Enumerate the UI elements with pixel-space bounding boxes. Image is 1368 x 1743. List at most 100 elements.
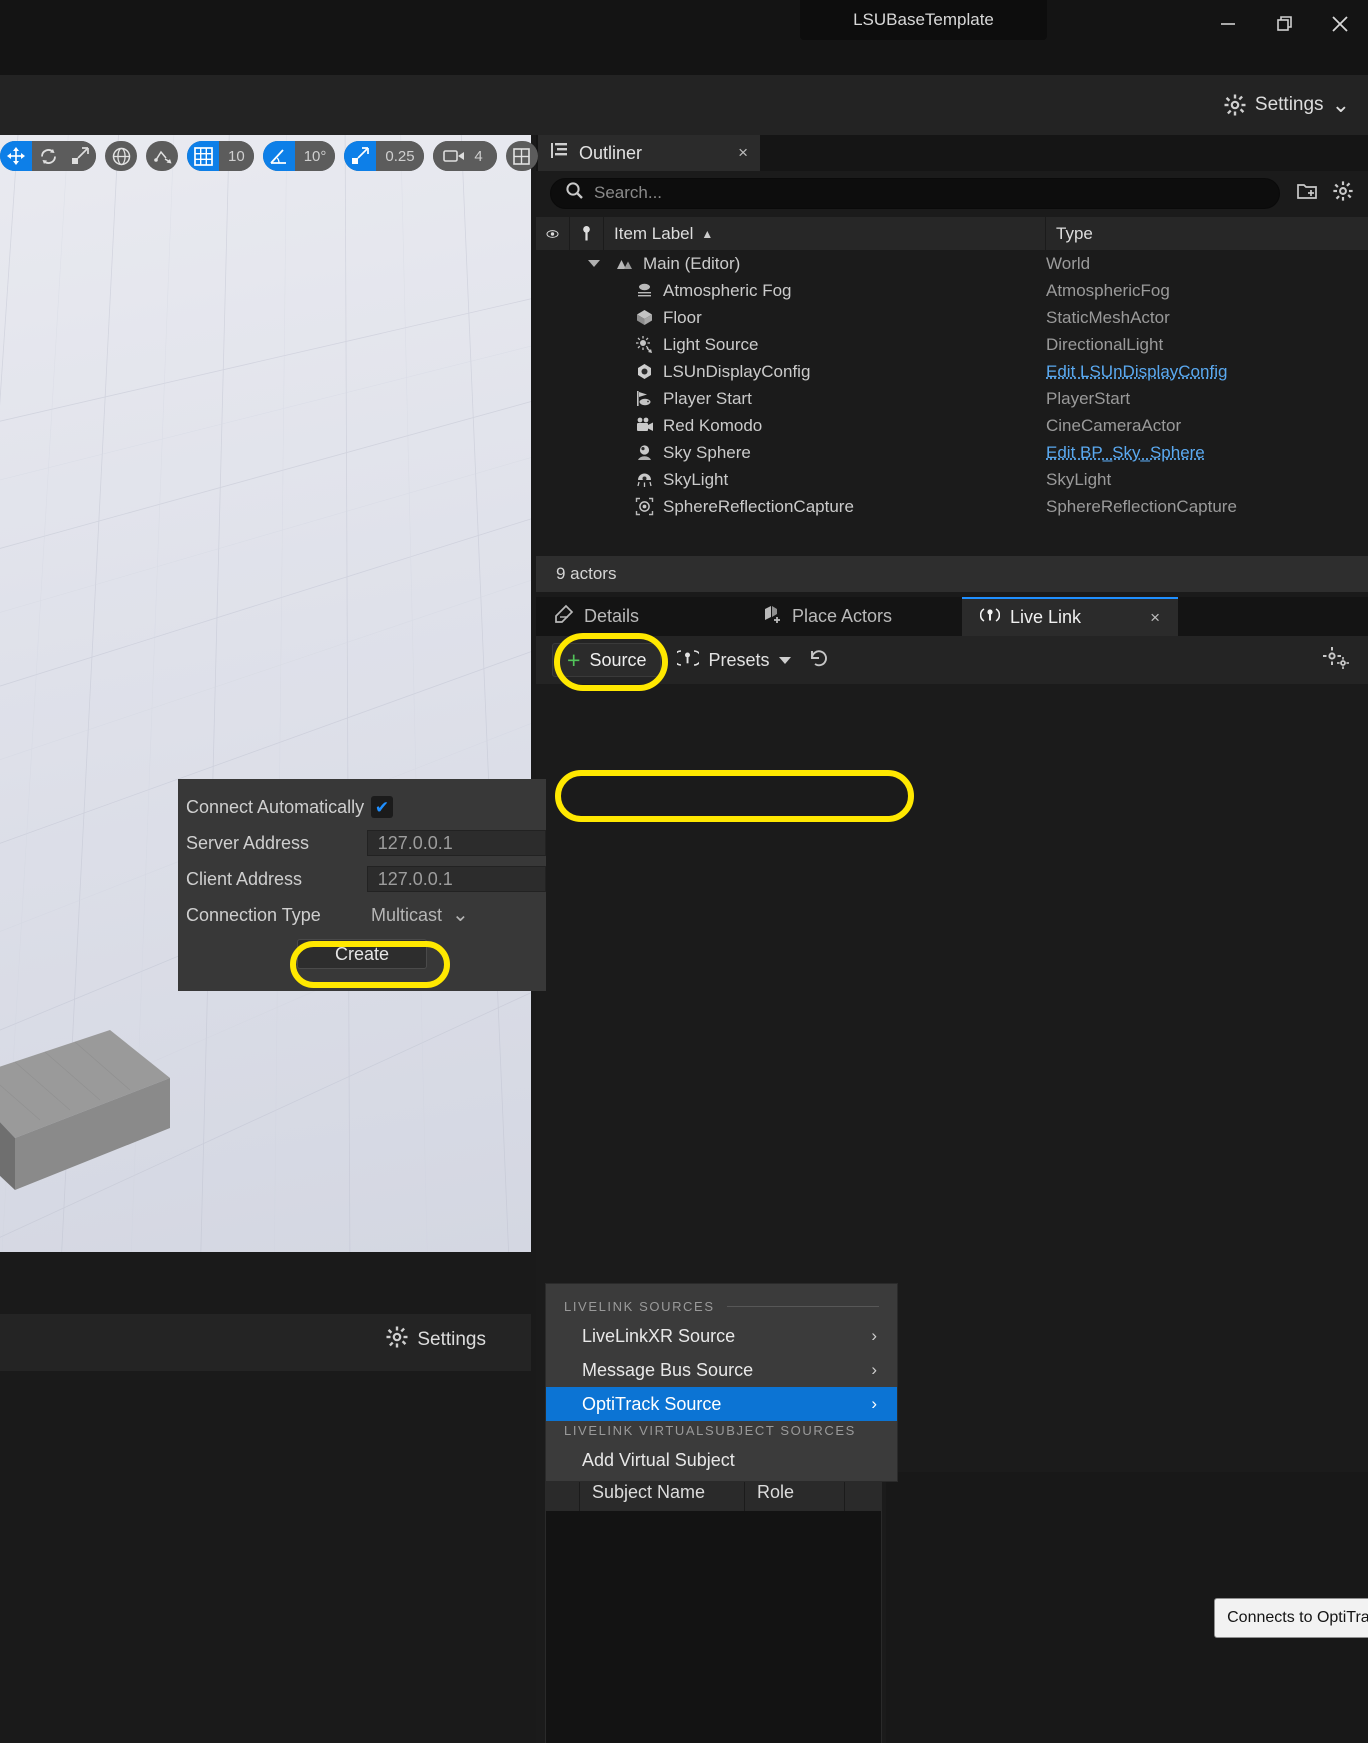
dropdown-item-label: Add Virtual Subject (582, 1449, 735, 1470)
scale-snap-icon[interactable] (344, 141, 377, 171)
grid-snap-value[interactable]: 10 (219, 141, 254, 171)
chevron-right-icon: › (871, 1394, 877, 1413)
tab-live-link[interactable]: Live Link × (962, 597, 1178, 636)
viewport-settings-button[interactable]: Settings (385, 1325, 486, 1355)
move-gizmo-icon[interactable] (0, 141, 32, 171)
tab-details[interactable]: Details (536, 597, 744, 636)
outliner-row-label: Sky Sphere (663, 442, 751, 462)
outliner-row-name[interactable]: SkyLight (536, 470, 1046, 490)
settings-label: Settings (1254, 94, 1324, 115)
outliner-row-label: Main (Editor) (643, 253, 741, 273)
cube-icon (634, 308, 654, 328)
tab-details-label: Details (584, 606, 640, 626)
tab-outliner[interactable]: Outliner × (538, 135, 760, 171)
connect-automatically-checkbox[interactable]: ✔ (371, 796, 393, 818)
viewport-layout-icon[interactable] (505, 141, 538, 171)
viewport-3d[interactable] (0, 135, 531, 1252)
scale-gizmo-icon[interactable] (64, 141, 96, 171)
client-address-input[interactable]: 127.0.0.1 (366, 866, 546, 892)
outliner-row-type: World (1046, 253, 1091, 273)
outliner-row-name[interactable]: Light Source (536, 335, 1046, 355)
new-folder-icon[interactable] (1296, 180, 1318, 207)
camera-speed-group: 4 (432, 141, 497, 171)
window-title: LSUBaseTemplate (853, 10, 994, 29)
outliner-row[interactable]: Atmospheric Fog AtmosphericFog (536, 277, 1368, 304)
outliner-row-name[interactable]: Red Komodo (536, 416, 1046, 436)
connection-type-value: Multicast (371, 904, 443, 925)
server-address-input[interactable]: 127.0.0.1 (366, 830, 546, 856)
outliner-row-type: CineCameraActor (1046, 415, 1182, 435)
outliner-row[interactable]: SkyLight SkyLight (536, 466, 1368, 493)
outliner-row[interactable]: SphereReflectionCapture SphereReflectionC… (536, 493, 1368, 520)
presets-button[interactable]: Presets (673, 643, 791, 677)
scale-snap-value[interactable]: 0.25 (376, 141, 424, 171)
outliner-row[interactable]: Light Source DirectionalLight (536, 331, 1368, 358)
outliner-row-type[interactable]: Edit BP_Sky_Sphere (1046, 443, 1368, 463)
live-link-toolbar: + Source Presets (536, 636, 1368, 684)
world-space-icon[interactable] (105, 141, 137, 171)
dropdown-item-label: LiveLinkXR Source (582, 1325, 736, 1346)
grid-snap-icon[interactable] (187, 141, 219, 171)
outliner-row-name[interactable]: Atmospheric Fog (536, 281, 1046, 301)
outliner-row-type: SkyLight (1046, 469, 1112, 489)
restore-button[interactable] (1256, 0, 1312, 48)
outliner-row[interactable]: Main (Editor) World (536, 250, 1368, 277)
settings-gear-icon[interactable] (1322, 646, 1350, 677)
settings-button[interactable]: Settings ⌄ (1223, 87, 1350, 123)
source-button-label: Source (589, 649, 647, 670)
eye-icon[interactable] (536, 217, 570, 250)
angle-snap-icon[interactable] (262, 141, 295, 171)
create-button[interactable]: Create (297, 939, 427, 969)
search-placeholder: Search... (594, 183, 663, 202)
column-type[interactable]: Type (1046, 217, 1368, 250)
pin-icon[interactable] (570, 217, 604, 250)
source-button[interactable]: + Source (552, 643, 662, 677)
close-icon[interactable]: × (1150, 608, 1160, 628)
outliner-row-type[interactable]: Edit LSUnDisplayConfig (1046, 362, 1368, 382)
outliner-row[interactable]: Player Start PlayerStart (536, 385, 1368, 412)
reset-icon[interactable] (807, 646, 831, 675)
camera-speed-icon[interactable] (432, 141, 465, 171)
outliner-row[interactable]: Red Komodo CineCameraActor (536, 412, 1368, 439)
angle-snap-value[interactable]: 10° (294, 141, 336, 171)
add-virtual-subject-item[interactable]: Add Virtual Subject (546, 1443, 897, 1477)
rotate-gizmo-icon[interactable] (32, 141, 64, 171)
expand-triangle-icon[interactable] (588, 260, 600, 267)
close-button[interactable] (1312, 0, 1368, 48)
outliner-row[interactable]: Floor StaticMeshActor (536, 304, 1368, 331)
window-title-tab[interactable]: LSUBaseTemplate (800, 0, 1047, 40)
outliner-row[interactable]: LSUnDisplayConfig Edit LSUnDisplayConfig (536, 358, 1368, 385)
outliner-row[interactable]: Sky Sphere Edit BP_Sky_Sphere (536, 439, 1368, 466)
outliner-column-header: Item Label ▲ Type (536, 217, 1368, 250)
minimize-button[interactable] (1200, 0, 1256, 48)
cine-camera-icon (634, 416, 654, 436)
dropdown-item[interactable]: LiveLinkXR Source › (546, 1319, 897, 1353)
subject-col-name-text: Subject Name (592, 1481, 706, 1502)
outliner-row-name[interactable]: Sky Sphere (536, 443, 1046, 463)
surface-snap-icon[interactable] (146, 141, 178, 171)
gear-icon[interactable] (1332, 180, 1354, 207)
outliner-row-name[interactable]: Floor (536, 308, 1046, 328)
floor-static-mesh[interactable] (0, 1020, 220, 1250)
outliner-search-row: Search... (536, 171, 1368, 215)
outliner-row-name[interactable]: LSUnDisplayConfig (536, 362, 1046, 382)
outliner-row-label: Floor (663, 307, 702, 327)
outliner-row-label: Player Start (663, 388, 752, 408)
details-icon (554, 604, 574, 629)
connection-type-dropdown[interactable]: Multicast ⌄ (371, 905, 469, 926)
close-icon[interactable]: × (738, 143, 748, 163)
bottom-tab-strip: Details Place Actors Live Link × (536, 597, 1368, 636)
outliner-row-name[interactable]: Player Start (536, 389, 1046, 409)
optitrack-source-item[interactable]: OptiTrack Source › (546, 1387, 897, 1421)
column-item-label[interactable]: Item Label ▲ (604, 217, 1046, 250)
sort-ascending-icon: ▲ (701, 226, 714, 241)
outliner-row-name[interactable]: SphereReflectionCapture (536, 497, 1046, 517)
chevron-down-icon: ⌄ (452, 903, 469, 926)
camera-speed-value[interactable]: 4 (464, 141, 497, 171)
dropdown-item[interactable]: Message Bus Source › (546, 1353, 897, 1387)
search-input[interactable]: Search... (550, 177, 1280, 209)
outliner-row-name[interactable]: Main (Editor) (536, 254, 1046, 274)
tab-place-actors[interactable]: Place Actors (744, 597, 962, 636)
outliner-row-label: Red Komodo (663, 415, 763, 435)
create-button-row: Create (178, 933, 546, 975)
